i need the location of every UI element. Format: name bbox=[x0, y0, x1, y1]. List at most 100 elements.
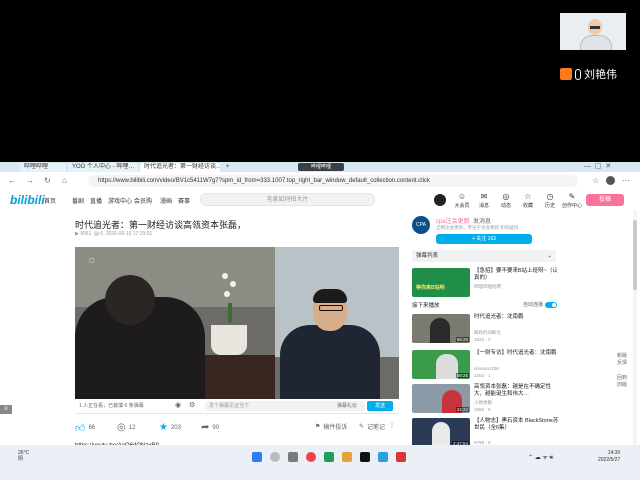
recommendation-item[interactable]: 59:25 【一财专访】时代追光者：沈南鹏 nirvana1208 2283 ·… bbox=[412, 350, 562, 380]
task-view-icon[interactable] bbox=[288, 452, 298, 462]
danmaku-send-button[interactable]: 发送 bbox=[367, 401, 393, 411]
back-icon[interactable]: ← bbox=[8, 176, 16, 185]
window-controls[interactable]: — ▢ ✕ bbox=[584, 162, 611, 170]
follow-button[interactable]: + 关注 163 bbox=[436, 234, 532, 244]
forward-icon[interactable]: → bbox=[26, 176, 34, 185]
more-actions-icon[interactable]: ⋮ bbox=[389, 422, 395, 429]
like-button[interactable]: 👍︎ 66 bbox=[75, 422, 95, 434]
recommendation-uploader: 小债余粮 bbox=[474, 400, 492, 405]
video-player[interactable]: ▢ bbox=[75, 247, 399, 399]
notes-label: 记笔记 bbox=[367, 425, 386, 431]
notes-button[interactable]: ✎ 记笔记 bbox=[359, 422, 385, 431]
search-icon[interactable] bbox=[270, 452, 280, 462]
browser-window: 哔哩哔哩 YOO 个人中心 - 哔哩… 时代追光者：第一财经访谈… + 哔哩哔哩… bbox=[0, 162, 640, 465]
vip-icon[interactable]: ☺ 大会员 bbox=[452, 192, 472, 209]
app-icon-dark[interactable] bbox=[360, 452, 370, 462]
danmaku-settings-icon[interactable]: ⚙ bbox=[189, 401, 195, 409]
clock-date: 2022/5/27 bbox=[598, 457, 621, 463]
side-buttons: 新版反馈 回到旧版 bbox=[615, 352, 629, 388]
nav-anime[interactable]: 番剧 bbox=[72, 196, 84, 205]
recommendation-title: 时代追光者：沈南鹏 bbox=[474, 314, 524, 320]
new-tab-button[interactable]: + bbox=[222, 163, 234, 172]
duration: 24:22 bbox=[455, 407, 469, 412]
recommendation-thumbnail: 59:25 bbox=[412, 350, 470, 379]
user-avatar[interactable] bbox=[434, 194, 446, 206]
favorite-button[interactable]: ★ 203 bbox=[159, 422, 181, 433]
channel-watermark: ▢ bbox=[89, 258, 95, 264]
interviewer-head bbox=[105, 275, 155, 325]
favorites-nav-icon[interactable]: ☆ 收藏 bbox=[518, 192, 538, 209]
tab-personal-center[interactable]: YOO 个人中心 - 哔哩… bbox=[68, 163, 138, 172]
play-count-icon: ▶ bbox=[75, 231, 79, 237]
presenter-label: 刘艳伟 bbox=[560, 66, 617, 82]
app-icon-red-2[interactable] bbox=[396, 452, 406, 462]
recommendation-item[interactable]: 2:47:54 【人物志】黑石资本 BlackStone苏世民（全6集） 979… bbox=[412, 418, 562, 448]
danmaku-etiquette-link[interactable]: 弹幕礼仪 bbox=[337, 402, 357, 409]
start-icon[interactable] bbox=[252, 452, 262, 462]
side-menu-icon[interactable]: ≡ bbox=[0, 405, 12, 414]
recommendation-item[interactable]: 59:25 时代追光者：沈南鹏 政政的间断论 1622 · 2 bbox=[412, 314, 562, 344]
uploader-name[interactable]: cpa注会更新 发消息 bbox=[436, 216, 491, 225]
nav-home[interactable]: 首页 bbox=[44, 196, 56, 205]
clock[interactable]: 14:30 2022/5/27 bbox=[598, 450, 620, 464]
reload-icon[interactable]: ↻ bbox=[44, 176, 51, 185]
home-icon[interactable]: ⌂ bbox=[62, 176, 67, 185]
bilibili-logo[interactable]: bilibili bbox=[10, 193, 45, 207]
nav-manga[interactable]: 漫画 bbox=[160, 196, 172, 205]
dynamic-glyph: ◎ bbox=[502, 192, 510, 201]
uploader-avatar[interactable]: CPA bbox=[412, 216, 430, 234]
nav-game-center[interactable]: 游戏中心 bbox=[108, 196, 132, 205]
recommendation-item[interactable]: 等你来B站哟 【急招】要不要来B站上班呀~（认真的） 哔哩哔哩招聘 bbox=[412, 268, 562, 298]
report-button[interactable]: ⚑ 稿件投诉 bbox=[315, 422, 347, 431]
danmaku-toggle-icon[interactable]: ◉ bbox=[175, 401, 181, 409]
autoplay-switch[interactable] bbox=[545, 301, 558, 308]
recommendation-item[interactable]: 24:22 高瓴资本张磊：越是在不确定性大，越能诞生和伟大… 小债余粮 1659… bbox=[412, 384, 562, 414]
scrollbar[interactable] bbox=[633, 210, 637, 465]
autoplay-toggle[interactable]: 自动连播 bbox=[523, 301, 558, 308]
system-tray[interactable]: ⌃ ☁ ᯤ 🔊︎ bbox=[528, 453, 553, 462]
recommendation-title: 高瓴资本张磊：越是在不确定性大，越能诞生和伟大… bbox=[474, 384, 552, 397]
app-icon-green[interactable] bbox=[324, 452, 334, 462]
nav-esports[interactable]: 赛事 bbox=[178, 196, 190, 205]
nav-live[interactable]: 直播 bbox=[90, 196, 102, 205]
app-icon-red[interactable] bbox=[306, 452, 316, 462]
url-field[interactable]: https://www.bilibili.com/video/BV1c5411W… bbox=[88, 175, 578, 187]
dynamic-icon[interactable]: ◎ 动态 bbox=[496, 192, 516, 209]
tab-bilibili[interactable]: 哔哩哔哩 bbox=[20, 163, 66, 172]
history-icon[interactable]: ◷ 历史 bbox=[540, 192, 560, 209]
duration: 59:25 bbox=[455, 373, 469, 378]
upload-button[interactable]: 投稿 bbox=[586, 194, 624, 206]
feedback-button[interactable]: 新版反馈 bbox=[615, 352, 629, 366]
recommendation-stats: 1659 · 5 bbox=[474, 407, 491, 412]
weather-desc: 阴 bbox=[18, 456, 24, 462]
coin-button[interactable]: ◎ 12 bbox=[117, 422, 135, 433]
more-icon[interactable]: ⋯ bbox=[622, 176, 630, 185]
weather-widget[interactable]: 26°C 阴 bbox=[18, 450, 29, 462]
search-input[interactable]: 毛家如何拍大片 bbox=[200, 193, 375, 206]
vip-glyph: ☺ bbox=[457, 192, 467, 201]
nav-mall[interactable]: 会员购 bbox=[134, 196, 152, 205]
like-count: 66 bbox=[88, 425, 96, 431]
star-icon: ★ bbox=[159, 422, 168, 433]
coin-count: 12 bbox=[128, 424, 136, 431]
vip-label: 大会员 bbox=[454, 203, 470, 209]
uploader-description: 全网注会更新，专注于注会更新 如有疑问… bbox=[436, 225, 523, 230]
danmaku-list-toggle[interactable]: 弹幕列表 ⌄ bbox=[412, 250, 556, 262]
autoplay-label: 自动连播 bbox=[523, 302, 544, 308]
creator-center-icon[interactable]: ✎ 创作中心 bbox=[560, 192, 584, 209]
profile-avatar[interactable] bbox=[606, 176, 615, 185]
duration: 59:25 bbox=[455, 337, 469, 342]
old-version-button[interactable]: 回到旧版 bbox=[615, 374, 629, 388]
address-bar-row: ← → ↻ ⌂ https://www.bilibili.com/video/B… bbox=[0, 172, 640, 191]
folder-icon[interactable] bbox=[342, 452, 352, 462]
share-button[interactable]: ➦ 90 bbox=[201, 422, 219, 433]
favorites-icon[interactable]: ☆ bbox=[592, 176, 599, 185]
dynamic-label: 动态 bbox=[500, 203, 511, 209]
publish-date: 2020-06-10 17:29:01 bbox=[105, 231, 153, 237]
recommendation-stats: 2283 · 1 bbox=[474, 373, 491, 378]
orchid-plant bbox=[220, 273, 242, 329]
browser-icon[interactable] bbox=[378, 452, 388, 462]
tab-video[interactable]: 时代追光者：第一财经访谈… bbox=[140, 163, 220, 172]
message-icon[interactable]: ✉ 消息 bbox=[474, 192, 494, 209]
recommendation-uploader: 哔哩哔哩招聘 bbox=[474, 284, 501, 289]
